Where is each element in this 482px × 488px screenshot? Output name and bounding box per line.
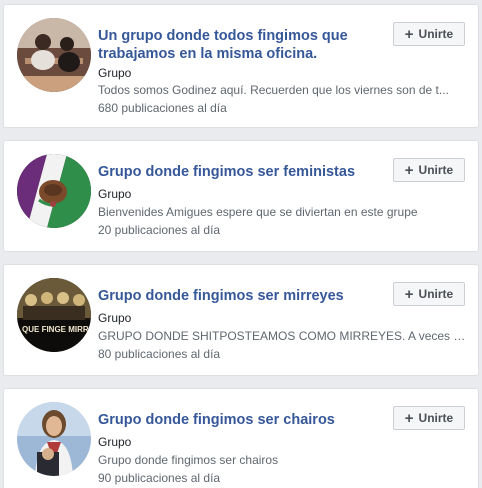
- group-avatar-feministas[interactable]: [17, 154, 91, 228]
- flag-emblem-icon: [17, 154, 91, 228]
- group-description: Bienvenides Amigues espere que se divier…: [98, 205, 418, 219]
- group-kind: Grupo: [98, 66, 132, 80]
- join-button-label: Unirte: [418, 287, 454, 301]
- join-button[interactable]: + Unirte: [393, 158, 465, 182]
- group-kind: Grupo: [98, 311, 132, 325]
- group-post-rate: 80 publicaciones al día: [98, 347, 221, 361]
- group-kind: Grupo: [98, 187, 132, 201]
- group-title[interactable]: Grupo donde fingimos ser feministas: [98, 163, 368, 181]
- join-button[interactable]: + Unirte: [393, 22, 465, 46]
- join-button[interactable]: + Unirte: [393, 406, 465, 430]
- plus-icon: +: [404, 161, 414, 179]
- office-photo-icon: [17, 18, 91, 92]
- join-button-label: Unirte: [418, 163, 454, 177]
- join-button-label: Unirte: [418, 411, 454, 425]
- join-button-label: Unirte: [418, 27, 454, 41]
- group-post-rate: 20 publicaciones al día: [98, 223, 221, 237]
- group-avatar-mirreyes[interactable]: LO QUE FINGE MIRREY: [17, 278, 91, 352]
- mirrey-poster-icon: LO QUE FINGE MIRREY: [17, 278, 91, 352]
- group-description: Todos somos Godinez aquí. Recuerden que …: [98, 83, 449, 97]
- group-card-mirreyes: LO QUE FINGE MIRREY Grupo donde fingimos…: [3, 264, 479, 376]
- group-description: Grupo donde fingimos ser chairos: [98, 453, 279, 467]
- join-button[interactable]: + Unirte: [393, 282, 465, 306]
- group-card-chairos: Grupo donde fingimos ser chairos Grupo G…: [3, 388, 479, 488]
- group-post-rate: 680 publicaciones al día: [98, 101, 227, 115]
- group-post-rate: 90 publicaciones al día: [98, 471, 221, 485]
- group-avatar-chairos[interactable]: [17, 402, 91, 476]
- group-card-feministas: Grupo donde fingimos ser feministas Grup…: [3, 140, 479, 252]
- plus-icon: +: [404, 409, 414, 427]
- group-title[interactable]: Grupo donde fingimos ser chairos: [98, 411, 368, 429]
- group-description: GRUPO DONDE SHITPOSTEAMOS COMO MIRREYES.…: [98, 329, 468, 343]
- plus-icon: +: [404, 285, 414, 303]
- plus-icon: +: [404, 25, 414, 43]
- group-title[interactable]: Grupo donde fingimos ser mirreyes: [98, 287, 368, 305]
- group-kind: Grupo: [98, 435, 132, 449]
- portrait-icon: [17, 402, 91, 476]
- group-avatar-office[interactable]: [17, 18, 91, 92]
- group-card-office: Un grupo donde todos fingimos que trabaj…: [3, 4, 479, 128]
- avatar-caption: LO QUE FINGE MIRREY: [17, 325, 91, 334]
- group-title[interactable]: Un grupo donde todos fingimos que trabaj…: [98, 27, 368, 63]
